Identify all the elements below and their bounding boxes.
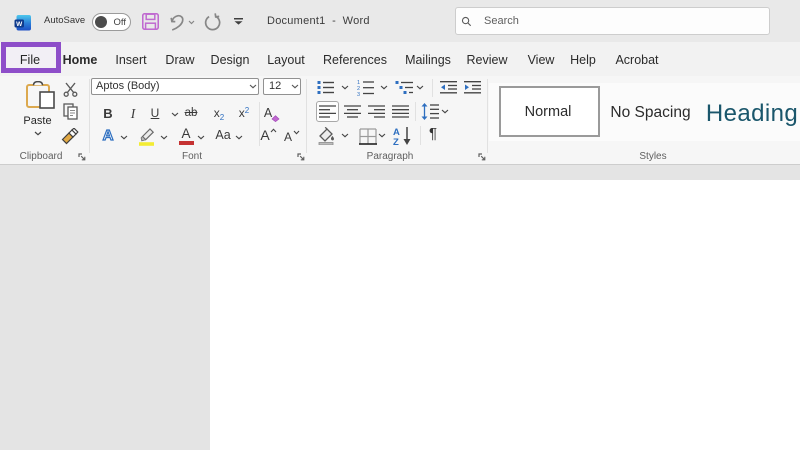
svg-text:Z: Z — [393, 137, 399, 146]
svg-text:W: W — [16, 21, 23, 28]
svg-text:3: 3 — [357, 92, 360, 96]
